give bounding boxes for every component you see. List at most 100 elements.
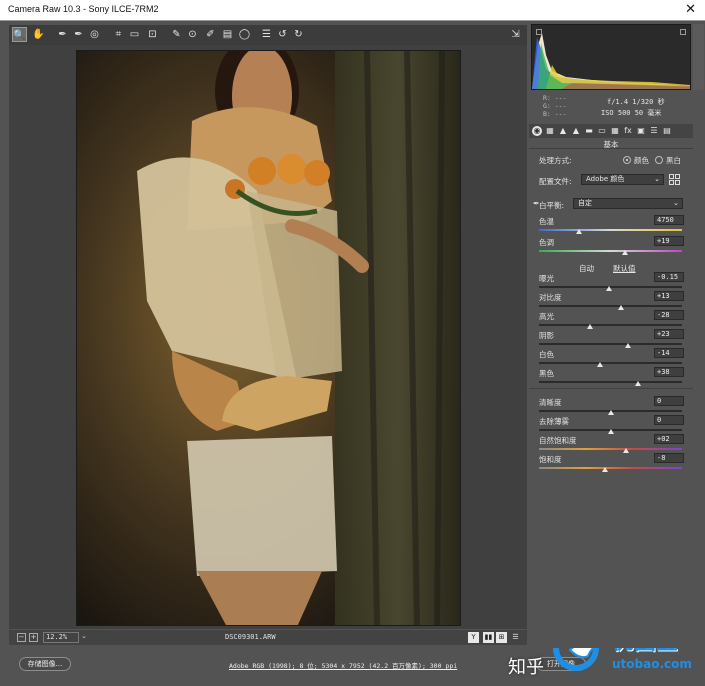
slider-label: 去除薄雾 <box>539 417 569 426</box>
slider-value-field[interactable]: -28 <box>654 310 684 320</box>
white-balance-select[interactable]: 自定 ⌄ <box>573 198 683 209</box>
panel-tab-bar: ◉ ▦ ▲ ▲ ▬ ▭ ▦ fx ▣ ☰ ▤ <box>529 124 693 138</box>
tab-effects[interactable]: fx <box>623 126 633 136</box>
zoom-tool-icon[interactable]: 🔍 <box>12 27 27 42</box>
slider-thumb[interactable] <box>617 305 624 310</box>
highlight-clipping-toggle[interactable] <box>680 29 686 35</box>
slider-thumb[interactable] <box>576 229 583 234</box>
slider-label: 高光 <box>539 312 554 321</box>
panel-scrollbar[interactable] <box>693 24 704 90</box>
tab-hsl[interactable]: ▲ <box>571 126 581 136</box>
slider-thumb[interactable] <box>601 467 608 472</box>
treatment-bw-radio[interactable] <box>655 156 663 164</box>
slider-thumb[interactable] <box>621 250 628 255</box>
profile-browser-grid-icon[interactable] <box>669 174 680 185</box>
view-settings-icon[interactable]: ☰ <box>510 632 521 643</box>
zoom-out-button[interactable]: − <box>17 633 26 642</box>
slider-track[interactable] <box>539 324 682 326</box>
workflow-options-link[interactable]: Adobe RGB (1998); 8 位; 5304 x 7952 (42.2… <box>229 660 457 670</box>
slider-value-field[interactable]: +38 <box>654 367 684 377</box>
default-button[interactable]: 默认值 <box>613 263 636 274</box>
targeted-adjustment-tool-icon[interactable]: ◎ <box>87 27 102 42</box>
tab-presets[interactable]: ☰ <box>649 126 659 136</box>
slider-track[interactable] <box>539 362 682 364</box>
zoom-level-select[interactable]: 12.2% <box>43 632 79 643</box>
slider-track[interactable] <box>539 250 682 252</box>
radial-filter-tool-icon[interactable]: ◯ <box>237 27 252 42</box>
save-image-button[interactable]: 存储图像... <box>19 657 71 671</box>
close-icon[interactable]: ✕ <box>685 2 696 17</box>
window-title: Camera Raw 10.3 - Sony ILCE-7RM2 <box>8 4 159 14</box>
rotate-left-icon[interactable]: ↺ <box>275 27 290 42</box>
profile-label: 配置文件: <box>539 177 572 186</box>
slider-value-field[interactable]: -14 <box>654 348 684 358</box>
section-title: 基本 <box>529 139 693 149</box>
photo-preview[interactable] <box>76 50 461 626</box>
slider-value-field[interactable]: 0 <box>654 415 684 425</box>
slider-thumb[interactable] <box>597 362 604 367</box>
treatment-color-radio[interactable] <box>623 156 631 164</box>
exif-iso-focal: ISO 500 50 毫米 <box>601 109 662 117</box>
domain-watermark: utobao.com <box>612 657 692 671</box>
preferences-tool-icon[interactable]: ☰ <box>259 27 274 42</box>
zoom-in-button[interactable]: + <box>29 633 38 642</box>
adjustment-brush-tool-icon[interactable]: ✐ <box>203 27 218 42</box>
section-divider <box>529 388 693 389</box>
treatment-label: 处理方式: <box>539 156 572 165</box>
slider-thumb[interactable] <box>587 324 594 329</box>
swap-settings-button[interactable]: ▮▮ <box>483 632 494 643</box>
tab-snapshots[interactable]: ▤ <box>662 126 672 136</box>
auto-button[interactable]: 自动 <box>579 263 594 274</box>
tab-lens-corrections[interactable]: ▭ <box>597 126 607 136</box>
spot-removal-tool-icon[interactable]: ✎ <box>169 27 184 42</box>
slider-track[interactable] <box>539 448 682 450</box>
slider-value-field[interactable]: 0 <box>654 396 684 406</box>
tab-split-toning[interactable]: ▬ <box>584 126 594 136</box>
slider-value-field[interactable]: +19 <box>654 236 684 246</box>
treatment-color-label: 颜色 <box>634 156 649 165</box>
profile-select[interactable]: Adobe 颜色 ⌄ <box>581 174 664 185</box>
slider-label: 自然饱和度 <box>539 436 577 445</box>
tab-transform[interactable]: ▦ <box>610 126 620 136</box>
slider-thumb[interactable] <box>624 343 631 348</box>
tab-tone-curve[interactable]: ▦ <box>545 126 555 136</box>
white-balance-tool-icon[interactable]: ✒ <box>55 27 70 42</box>
crop-tool-icon[interactable]: ⌗ <box>111 27 126 42</box>
slider-thumb[interactable] <box>634 381 641 386</box>
slider-track[interactable] <box>539 467 682 469</box>
chevron-down-icon[interactable]: ⌄ <box>81 632 87 640</box>
graduated-filter-tool-icon[interactable]: ▤ <box>220 27 235 42</box>
slider-track[interactable] <box>539 381 682 383</box>
tab-basic[interactable]: ◉ <box>532 126 542 136</box>
slider-thumb[interactable] <box>607 410 614 415</box>
slider-value-field[interactable]: +23 <box>654 329 684 339</box>
copy-settings-button[interactable]: ⊞ <box>496 632 507 643</box>
slider-thumb[interactable] <box>606 286 613 291</box>
slider-track[interactable] <box>539 343 682 345</box>
red-eye-tool-icon[interactable]: ⊙ <box>185 27 200 42</box>
slider-value-field[interactable]: 4750 <box>654 215 684 225</box>
tab-calibration[interactable]: ▣ <box>636 126 646 136</box>
tool-bar: 🔍 ✋ ✒ ✒ ◎ ⌗ ▭ ⊡ ✎ ⊙ ✐ ▤ ◯ ☰ ↺ ↻ ⇲ <box>9 25 527 45</box>
fullscreen-toggle-icon[interactable]: ⇲ <box>508 27 523 42</box>
histogram <box>531 24 691 90</box>
color-sampler-tool-icon[interactable]: ✒ <box>71 27 86 42</box>
slider-value-field[interactable]: -8 <box>654 453 684 463</box>
before-after-toggle-button[interactable]: Y <box>468 632 479 643</box>
slider-value-field[interactable]: -0.15 <box>654 272 684 282</box>
slider-thumb[interactable] <box>607 429 614 434</box>
rotate-right-icon[interactable]: ↻ <box>291 27 306 42</box>
slider-track[interactable] <box>539 305 682 307</box>
slider-value-field[interactable]: +02 <box>654 434 684 444</box>
slider-track[interactable] <box>539 229 682 231</box>
slider-thumb[interactable] <box>623 448 630 453</box>
hand-tool-icon[interactable]: ✋ <box>31 27 46 42</box>
transform-tool-icon[interactable]: ⊡ <box>145 27 160 42</box>
straighten-tool-icon[interactable]: ▭ <box>127 27 142 42</box>
slider-label: 饱和度 <box>539 455 562 464</box>
treatment-bw-label: 黑白 <box>666 156 681 165</box>
tab-detail[interactable]: ▲ <box>558 126 568 136</box>
white-balance-label: 白平衡: <box>539 201 565 210</box>
shadow-clipping-toggle[interactable] <box>536 29 542 35</box>
slider-value-field[interactable]: +13 <box>654 291 684 301</box>
